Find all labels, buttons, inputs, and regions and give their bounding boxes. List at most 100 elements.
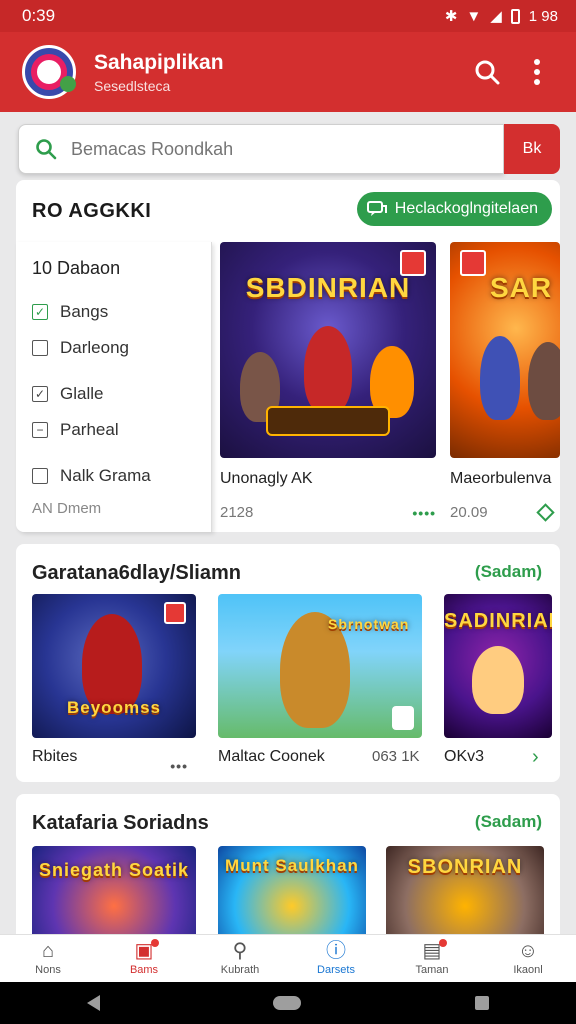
bluetooth-icon: ✱ xyxy=(444,8,458,25)
battery-icon xyxy=(510,8,520,24)
filter-panel: 10 Dabaon ✓ Bangs Darleong ✓ Glalle − Pa… xyxy=(16,242,212,532)
system-navigation-bar xyxy=(0,982,576,1024)
info-icon: ⓘ xyxy=(326,940,346,962)
cover-title: SBDINRIAN xyxy=(245,272,411,303)
filter-heading: RO AGGKKI xyxy=(32,200,152,222)
section-more-link[interactable]: (Sadam) xyxy=(475,812,542,832)
back-icon[interactable] xyxy=(86,995,100,1011)
share-icon[interactable] xyxy=(536,503,555,522)
game-cover-image: SAR xyxy=(450,242,560,458)
game-meta: 20.09 xyxy=(450,504,488,521)
game-cover-image: SBDINRIAN xyxy=(220,242,436,458)
home-pill-icon[interactable] xyxy=(273,996,302,1010)
checkbox-unchecked-icon xyxy=(32,468,48,484)
cover-title: Sbrnotwan xyxy=(328,616,410,632)
badge-icon xyxy=(460,250,486,276)
status-time: 0:39 xyxy=(22,6,56,25)
filter-option[interactable]: Darleong xyxy=(32,338,129,358)
filter-card: RO AGGKKI Heclackoglngitelaen 10 Dabaon … xyxy=(16,180,560,532)
cover-title: Munt Saulkhan xyxy=(225,856,359,875)
chevron-right-icon[interactable]: › xyxy=(532,746,539,769)
nav-item-games[interactable]: ▣ Bams xyxy=(96,935,192,982)
cover-plate xyxy=(266,406,390,436)
search-submit-button[interactable]: Bk xyxy=(504,124,560,174)
inbox-icon: ▤ xyxy=(423,939,448,961)
filter-option-label: Nalk Grama xyxy=(60,466,151,485)
filter-option-label: Bangs xyxy=(60,302,109,321)
search-button[interactable] xyxy=(466,51,508,93)
nav-item-home[interactable]: ⌂ Nons xyxy=(0,935,96,982)
filter-panel-title: 10 Dabaon xyxy=(32,258,121,278)
game-tile[interactable]: SBONRIAN xyxy=(386,846,544,946)
nav-label: Nons xyxy=(35,964,61,976)
recents-icon[interactable] xyxy=(475,996,490,1010)
game-title: Maeorbulenva xyxy=(450,470,552,487)
app-subtitle: Sesedlsteca xyxy=(94,77,171,94)
more-dots-icon[interactable]: •••• xyxy=(412,505,436,521)
filter-option-label: Parheal xyxy=(60,420,119,439)
search-icon xyxy=(36,139,57,160)
more-dots-icon[interactable]: ••• xyxy=(170,758,188,774)
checkbox-indeterminate-icon: − xyxy=(32,422,48,438)
game-cover-image: Sniegath Soatik xyxy=(32,846,196,946)
filter-panel-footer: AN Dmem xyxy=(32,500,102,517)
filter-option[interactable]: ✓ Bangs xyxy=(32,302,108,322)
game-cover-image: SADINRIAN xyxy=(444,594,552,738)
profile-icon: ☺ xyxy=(517,940,539,962)
filter-option[interactable]: − Parheal xyxy=(32,420,119,440)
app-bar: Sahapiplikan Sesedlsteca xyxy=(0,32,576,112)
search-input[interactable] xyxy=(71,138,471,160)
game-cover-image: Beyoomss xyxy=(32,594,196,738)
cover-title: SBONRIAN xyxy=(407,856,523,878)
game-tile[interactable]: SADINRIAN OKv3 xyxy=(444,594,552,766)
search-icon: ⚲ xyxy=(232,940,248,962)
filter-option[interactable]: ✓ Glalle xyxy=(32,384,103,404)
section-title: Garatana6dlay/Sliamn xyxy=(32,562,241,584)
search-icon xyxy=(475,60,500,85)
game-tile[interactable]: Sbrnotwan Maltac Coonek xyxy=(218,594,422,766)
nav-label: Taman xyxy=(415,964,449,976)
game-cover-image: Munt Saulkhan xyxy=(218,846,366,946)
overflow-menu-button[interactable] xyxy=(516,51,558,93)
game-section: Katafaria Soriadns (Sadam) Sniegath Soat… xyxy=(16,794,560,954)
status-right-text: 1 98 xyxy=(528,7,558,25)
game-tile[interactable]: Munt Saulkhan xyxy=(218,846,366,946)
filter-chip-button[interactable]: Heclackoglngitelaen xyxy=(356,192,552,226)
nav-item-inbox[interactable]: ▤ Taman xyxy=(384,935,480,982)
cover-title: Beyoomss xyxy=(67,698,161,717)
nav-label: Ikaonl xyxy=(513,964,543,976)
game-tile[interactable]: Sniegath Soatik xyxy=(32,846,196,946)
home-icon: ⌂ xyxy=(41,940,55,962)
section-more-link[interactable]: (Sadam) xyxy=(475,562,542,582)
game-section: Garatana6dlay/Sliamn (Sadam) Beyoomss Rb… xyxy=(16,544,560,782)
nav-label: Bams xyxy=(129,964,159,976)
checkbox-unchecked-icon xyxy=(32,340,48,356)
filter-chip-label: Heclackoglngitelaen xyxy=(394,200,538,217)
nav-label: Darsets xyxy=(317,964,355,976)
search-bar: Bk xyxy=(18,124,560,174)
game-cover-image: Sbrnotwan xyxy=(218,594,422,738)
nav-item-search[interactable]: ⚲ Kubrath xyxy=(192,935,288,982)
wifi-icon: ▼ xyxy=(466,7,482,25)
section-title: Katafaria Soriadns xyxy=(32,812,209,834)
game-tile[interactable]: Beyoomss Rbites ••• xyxy=(32,594,196,774)
filter-option-label: Glalle xyxy=(60,384,104,403)
checkbox-checked-icon: ✓ xyxy=(32,386,48,402)
search-field[interactable] xyxy=(18,124,504,174)
featured-game-card[interactable]: SAR Maeorbulenva 20.09 xyxy=(450,242,560,522)
filter-option[interactable]: Nalk Grama xyxy=(32,466,151,486)
nav-item-details[interactable]: ⓘ Darsets xyxy=(288,935,384,982)
badge-icon xyxy=(164,602,186,624)
cover-title: SADINRIAN xyxy=(444,610,552,632)
filter-option-label: Darleong xyxy=(60,338,129,357)
app-logo xyxy=(22,45,76,99)
games-icon: ▣ xyxy=(135,939,160,961)
more-vert-icon xyxy=(534,59,540,85)
status-bar: 0:39 ✱ ▼ ◢ 1 98 xyxy=(0,0,576,32)
game-size: 063 1K xyxy=(372,748,420,765)
nav-item-profile[interactable]: ☺ Ikaonl xyxy=(480,935,576,982)
game-meta: 2128 xyxy=(220,504,254,521)
status-icons: ✱ ▼ ◢ 1 98 xyxy=(444,7,558,26)
signal-icon: ◢ xyxy=(490,8,502,25)
featured-game-card[interactable]: SBDINRIAN Unonagly AK 2128 •••• xyxy=(220,242,436,521)
